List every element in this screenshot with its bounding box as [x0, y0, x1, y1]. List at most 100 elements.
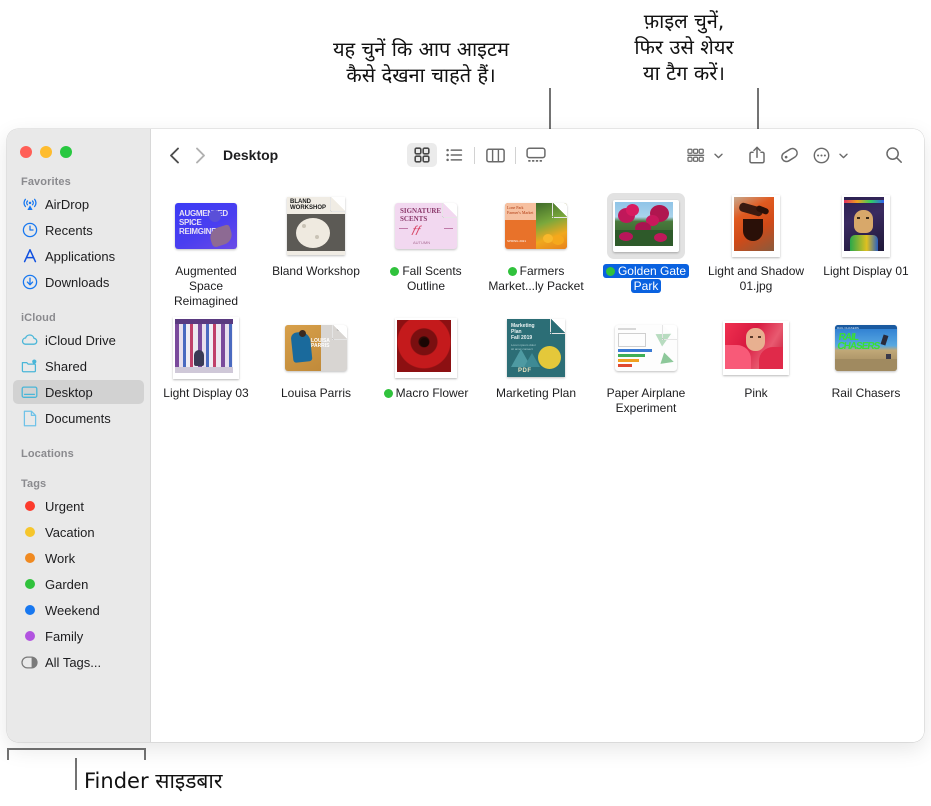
- file-label-line: Fall Scents: [387, 264, 464, 278]
- file-label[interactable]: Macro Flower: [381, 386, 472, 401]
- file-thumbnail[interactable]: Marketing Plan Fall 2019 Lorem ipsum dolor…: [497, 315, 575, 381]
- list-view-button[interactable]: [439, 143, 469, 167]
- sidebar-item-weekend[interactable]: Weekend: [13, 598, 144, 622]
- downloads-icon: [21, 274, 38, 291]
- file-item[interactable]: Golden Gate Park: [591, 187, 701, 294]
- more-button[interactable]: [806, 143, 836, 167]
- file-item[interactable]: BLAND WORKSHOP Bland Workshop: [261, 187, 371, 279]
- finder-sidebar[interactable]: Favorites AirDrop Recents Applications D…: [7, 129, 151, 742]
- file-item[interactable]: Light Display 01: [811, 187, 921, 279]
- sidebar-item-airdrop[interactable]: AirDrop: [13, 192, 144, 216]
- file-thumbnail[interactable]: SIGNATURE SCENTS 𝑓𝑓 AUTUMN: [387, 193, 465, 259]
- sidebar-item-documents[interactable]: Documents: [13, 406, 144, 430]
- more-actions-control[interactable]: [805, 143, 848, 167]
- file-thumbnail[interactable]: AUGMENTED SPICE REIMGINED: [167, 193, 245, 259]
- cloud-icon: [21, 332, 38, 349]
- file-thumbnail[interactable]: BLAND WORKSHOP: [277, 193, 355, 259]
- file-item[interactable]: Paper Airplane Experiment: [591, 309, 701, 416]
- gallery-view-button[interactable]: [521, 143, 551, 167]
- file-label[interactable]: Paper Airplane Experiment: [604, 386, 689, 416]
- file-thumbnail[interactable]: [717, 193, 795, 259]
- file-tag-dot: [507, 267, 517, 276]
- file-item[interactable]: Light and Shadow 01.jpg: [701, 187, 811, 294]
- icon-view-button[interactable]: [407, 143, 438, 167]
- sidebar-item-recents[interactable]: Recents: [13, 218, 144, 242]
- tag-dot-icon: [21, 524, 38, 541]
- file-thumbnail[interactable]: [167, 315, 245, 381]
- file-item[interactable]: LOUISAPARRIS SS21 Louisa Parris: [261, 309, 371, 401]
- clock-icon: [21, 222, 38, 239]
- file-label-line: Bland Workshop: [272, 264, 360, 278]
- tag-button[interactable]: [774, 143, 804, 167]
- sidebar-item-vacation[interactable]: Vacation: [13, 520, 144, 544]
- group-chevron-down-icon[interactable]: [714, 146, 723, 164]
- file-item[interactable]: SIGNATURE SCENTS 𝑓𝑓 AUTUMN Fall Scents Out…: [371, 187, 481, 294]
- file-label-line: Rail Chasers: [831, 386, 901, 400]
- file-item[interactable]: AUGMENTED SPICE REIMGINED Augmented Space R…: [151, 187, 261, 309]
- file-label[interactable]: Golden Gate Park: [602, 264, 690, 294]
- file-label[interactable]: Marketing Plan: [493, 386, 579, 401]
- group-items-control[interactable]: [680, 143, 723, 167]
- toolbar-divider-1: [474, 146, 476, 164]
- sidebar-item-label: Downloads: [45, 274, 110, 290]
- close-window-button[interactable]: [20, 146, 32, 158]
- finder-window: Favorites AirDrop Recents Applications D…: [7, 129, 924, 742]
- forward-button[interactable]: [187, 142, 213, 168]
- callout-sidebar-text: Finder साइडबार: [84, 769, 223, 793]
- file-label[interactable]: Fall Scents Outline: [387, 264, 464, 294]
- search-icon[interactable]: [879, 143, 909, 167]
- sidebar-item-urgent[interactable]: Urgent: [13, 494, 144, 518]
- file-thumbnail[interactable]: [607, 315, 685, 381]
- group-items-button[interactable]: [681, 143, 711, 167]
- back-button[interactable]: [161, 142, 187, 168]
- file-label[interactable]: Light and Shadow 01.jpg: [705, 264, 807, 294]
- callout-view-options-text: यह चुनें कि आप आइटम कैसे देखना चाहते हैं…: [332, 37, 510, 87]
- file-label[interactable]: Rail Chasers: [829, 386, 904, 401]
- sidebar-item-desktop[interactable]: Desktop: [13, 380, 144, 404]
- file-tag-dot: [383, 389, 393, 398]
- sidebar-item-shared[interactable]: Shared: [13, 354, 144, 378]
- file-label[interactable]: Pink: [741, 386, 770, 401]
- file-thumbnail[interactable]: LOUISAPARRIS SS21: [277, 315, 355, 381]
- tag-dot-icon: [21, 550, 38, 567]
- maximize-window-button[interactable]: [60, 146, 72, 158]
- file-thumbnail[interactable]: [387, 315, 465, 381]
- file-item[interactable]: Macro Flower: [371, 309, 481, 401]
- file-item[interactable]: Pink: [701, 309, 811, 401]
- file-item[interactable]: RAIL CHASERS RAIL CHASERS Rail Chasers: [811, 309, 921, 401]
- share-button[interactable]: [742, 143, 772, 167]
- sidebar-item-label: Garden: [45, 576, 89, 592]
- document-icon: [21, 410, 38, 427]
- file-thumbnail[interactable]: [827, 193, 905, 259]
- file-thumbnail[interactable]: Lone Park Farmer's Market SPRING 2021: [497, 193, 575, 259]
- more-chevron-down-icon[interactable]: [839, 146, 848, 164]
- file-thumbnail[interactable]: [717, 315, 795, 381]
- file-label[interactable]: Light Display 03: [160, 386, 251, 401]
- toolbar-divider-2: [515, 146, 517, 164]
- file-label[interactable]: Louisa Parris: [278, 386, 354, 401]
- tag-dot-icon: [21, 628, 38, 645]
- file-label[interactable]: Augmented Space Reimagined: [154, 264, 258, 309]
- file-label-line: Paper Airplane: [606, 386, 686, 400]
- sidebar-item-garden[interactable]: Garden: [13, 572, 144, 596]
- sidebar-item-icloud-drive[interactable]: iCloud Drive: [13, 328, 144, 352]
- column-view-button[interactable]: [480, 143, 510, 167]
- file-label[interactable]: Light Display 01: [820, 264, 911, 279]
- sidebar-item-downloads[interactable]: Downloads: [13, 270, 144, 294]
- sidebar-item-applications[interactable]: Applications: [13, 244, 144, 268]
- file-label[interactable]: Bland Workshop: [269, 264, 363, 279]
- sidebar-item-work[interactable]: Work: [13, 546, 144, 570]
- file-thumbnail[interactable]: [607, 193, 685, 259]
- file-item[interactable]: Light Display 03: [151, 309, 261, 401]
- file-icon-grid[interactable]: AUGMENTED SPICE REIMGINED Augmented Space R…: [151, 181, 924, 742]
- sidebar-item-family[interactable]: Family: [13, 624, 144, 648]
- minimize-window-button[interactable]: [40, 146, 52, 158]
- sidebar-item-all-tags[interactable]: All Tags...: [13, 650, 144, 674]
- finder-toolbar: Desktop: [151, 129, 924, 181]
- file-thumbnail[interactable]: RAIL CHASERS RAIL CHASERS: [827, 315, 905, 381]
- file-item[interactable]: Lone Park Farmer's Market SPRING 2021 Far…: [481, 187, 591, 294]
- file-label[interactable]: Farmers Market...ly Packet: [485, 264, 586, 294]
- tag-dot-icon: [21, 576, 38, 593]
- file-item[interactable]: Marketing Plan Fall 2019 Lorem ipsum dolor…: [481, 309, 591, 401]
- file-label-line: Farmers: [505, 264, 568, 278]
